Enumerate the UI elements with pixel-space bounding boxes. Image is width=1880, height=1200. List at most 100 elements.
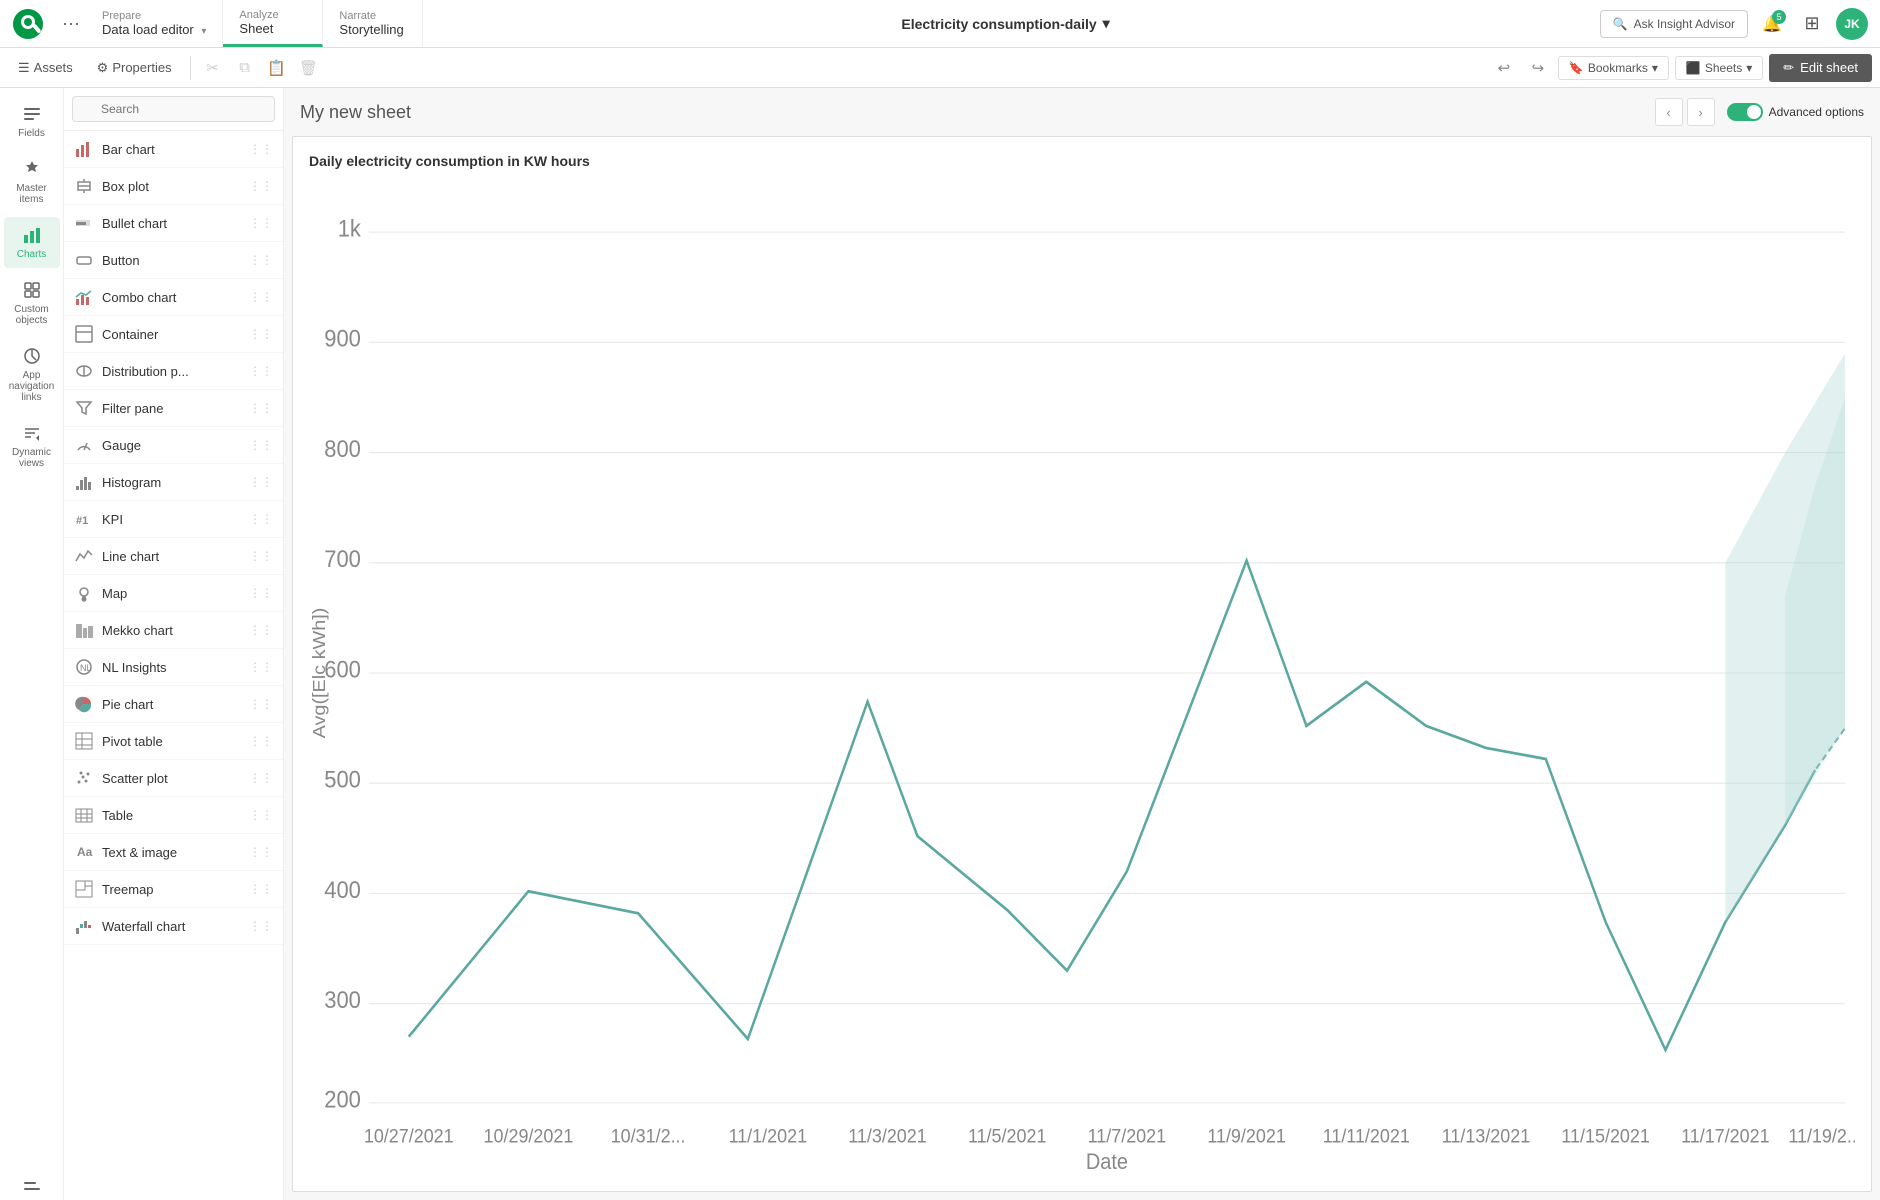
chart-icon-bullet [74,213,94,233]
paste-button[interactable]: 📋 [263,54,291,82]
apps-grid-button[interactable]: ⊞ [1796,8,1828,40]
chart-item-nl-insights[interactable]: NLNL Insights⋮⋮ [64,649,283,686]
drag-handle-box-plot[interactable]: ⋮⋮ [249,179,273,193]
drag-handle-treemap[interactable]: ⋮⋮ [249,882,273,896]
chart-item-filter-pane[interactable]: Filter pane⋮⋮ [64,390,283,427]
chart-item-box-plot[interactable]: Box plot⋮⋮ [64,168,283,205]
chart-item-table[interactable]: Table⋮⋮ [64,797,283,834]
search-input[interactable] [72,96,275,122]
chart-name-kpi: KPI [102,512,249,527]
drag-handle-pivot-table[interactable]: ⋮⋮ [249,734,273,748]
qlik-logo[interactable] [0,0,56,47]
next-sheet-button[interactable]: › [1687,98,1715,126]
chart-item-combo-chart[interactable]: Combo chart⋮⋮ [64,279,283,316]
cut-button[interactable]: ✂ [199,54,227,82]
chart-item-bar-chart[interactable]: Bar chart⋮⋮ [64,131,283,168]
svg-text:NL: NL [80,663,92,673]
nav-prepare[interactable]: Prepare Data load editor ▾ [86,0,223,47]
drag-handle-scatter-plot[interactable]: ⋮⋮ [249,771,273,785]
chart-item-treemap[interactable]: Treemap⋮⋮ [64,871,283,908]
sidebar-item-app-nav[interactable]: App navigation links [4,338,60,411]
nav-analyze[interactable]: Analyze Sheet [223,0,323,47]
drag-handle-nl-insights[interactable]: ⋮⋮ [249,660,273,674]
assets-label: Assets [34,60,73,75]
advanced-options-toggle[interactable] [1727,103,1763,121]
copy-button[interactable]: ⧉ [231,54,259,82]
chart-item-scatter-plot[interactable]: Scatter plot⋮⋮ [64,760,283,797]
redo-button[interactable]: ↪ [1524,54,1552,82]
chart-item-distribution-p[interactable]: Distribution p...⋮⋮ [64,353,283,390]
edit-icon: ✏ [1783,60,1794,76]
svg-text:11/9/2021: 11/9/2021 [1207,1126,1285,1148]
drag-handle-histogram[interactable]: ⋮⋮ [249,475,273,489]
drag-handle-filter-pane[interactable]: ⋮⋮ [249,401,273,415]
sheets-button[interactable]: ⬛ Sheets ▾ [1675,56,1763,80]
advanced-options[interactable]: Advanced options [1727,103,1864,121]
edit-sheet-button[interactable]: ✏ Edit sheet [1769,54,1872,82]
sidebar-item-dynamic-views-label: Dynamic views [8,447,56,469]
sidebar-item-master-items[interactable]: Master items [4,151,60,213]
chart-item-container[interactable]: Container⋮⋮ [64,316,283,353]
drag-handle-container[interactable]: ⋮⋮ [249,327,273,341]
properties-label: Properties [112,60,171,75]
svg-text:11/11/2021: 11/11/2021 [1323,1126,1410,1148]
chart-item-text-image[interactable]: AaText & image⋮⋮ [64,834,283,871]
chart-item-bullet-chart[interactable]: Bullet chart⋮⋮ [64,205,283,242]
assets-icon: ☰ [18,60,30,76]
drag-handle-map[interactable]: ⋮⋮ [249,586,273,600]
chart-icon-combo [74,287,94,307]
drag-handle-gauge[interactable]: ⋮⋮ [249,438,273,452]
svg-text:300: 300 [324,986,361,1013]
drag-handle-kpi[interactable]: ⋮⋮ [249,512,273,526]
chart-icon-box [74,176,94,196]
insight-advisor-button[interactable]: 🔍 Ask Insight Advisor [1600,10,1748,38]
drag-handle-bullet-chart[interactable]: ⋮⋮ [249,216,273,230]
drag-handle-mekko-chart[interactable]: ⋮⋮ [249,623,273,637]
prev-sheet-button[interactable]: ‹ [1655,98,1683,126]
drag-handle-bar-chart[interactable]: ⋮⋮ [249,142,273,156]
chart-item-mekko-chart[interactable]: Mekko chart⋮⋮ [64,612,283,649]
chart-icon-mekko [74,620,94,640]
drag-handle-button[interactable]: ⋮⋮ [249,253,273,267]
drag-handle-table[interactable]: ⋮⋮ [249,808,273,822]
assets-tab[interactable]: ☰ Assets [8,56,83,80]
chart-item-pie-chart[interactable]: Pie chart⋮⋮ [64,686,283,723]
sidebar-item-dynamic-views[interactable]: Dynamic views [4,415,60,477]
svg-text:10/27/2021: 10/27/2021 [364,1126,454,1148]
undo-button[interactable]: ↩ [1490,54,1518,82]
sidebar-item-bottom[interactable] [4,1164,60,1200]
nav-narrate-label: Narrate [339,10,406,22]
drag-handle-distribution-p[interactable]: ⋮⋮ [249,364,273,378]
avatar[interactable]: JK [1836,8,1868,40]
chart-icon-button [74,250,94,270]
sidebar-item-fields[interactable]: Fields [4,96,60,147]
svg-text:10/29/2021: 10/29/2021 [484,1126,574,1148]
nav-narrate[interactable]: Narrate Storytelling [323,0,423,47]
chart-item-gauge[interactable]: Gauge⋮⋮ [64,427,283,464]
properties-tab[interactable]: ⚙ Properties [87,56,182,80]
nav-more-button[interactable]: ··· [56,0,86,47]
svg-text:11/13/2021: 11/13/2021 [1442,1126,1530,1148]
sidebar-item-charts[interactable]: Charts [4,217,60,268]
chart-item-histogram[interactable]: Histogram⋮⋮ [64,464,283,501]
chart-item-kpi[interactable]: #1KPI⋮⋮ [64,501,283,538]
svg-text:1k: 1k [338,214,362,241]
chart-item-map[interactable]: Map⋮⋮ [64,575,283,612]
drag-handle-text-image[interactable]: ⋮⋮ [249,845,273,859]
chart-item-button[interactable]: Button⋮⋮ [64,242,283,279]
chart-item-waterfall-chart[interactable]: Waterfall chart⋮⋮ [64,908,283,945]
drag-handle-pie-chart[interactable]: ⋮⋮ [249,697,273,711]
drag-handle-line-chart[interactable]: ⋮⋮ [249,549,273,563]
notifications-button[interactable]: 🔔 5 [1756,8,1788,40]
delete-button[interactable]: 🗑 [295,54,323,82]
app-title[interactable]: Electricity consumption-daily ▾ [901,15,1109,32]
sidebar-item-custom-objects[interactable]: Custom objects [4,272,60,334]
chart-icon-text: Aa [74,842,94,862]
sidebar-item-custom-objects-label: Custom objects [8,304,56,326]
bookmarks-button[interactable]: 🔖 Bookmarks ▾ [1558,56,1669,80]
drag-handle-waterfall-chart[interactable]: ⋮⋮ [249,919,273,933]
drag-handle-combo-chart[interactable]: ⋮⋮ [249,290,273,304]
chart-item-pivot-table[interactable]: Pivot table⋮⋮ [64,723,283,760]
sheet-title: My new sheet [300,102,1655,123]
chart-item-line-chart[interactable]: Line chart⋮⋮ [64,538,283,575]
